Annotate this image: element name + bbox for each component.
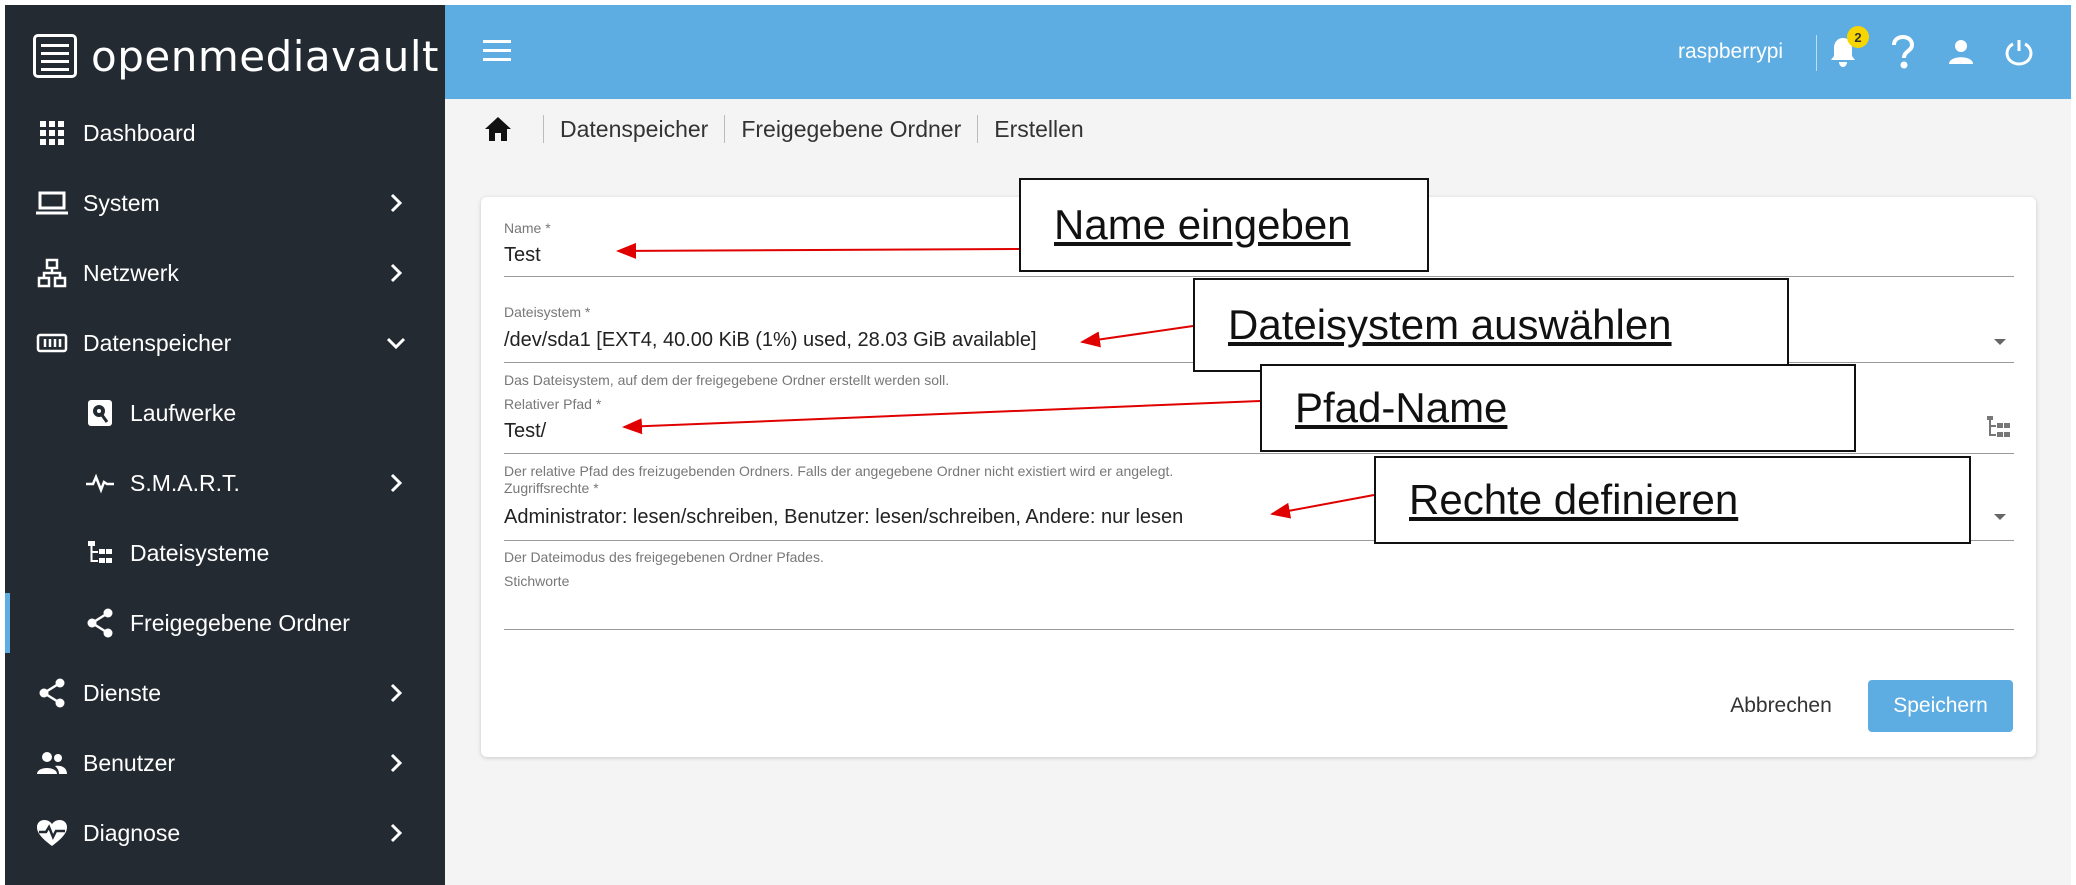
chevron-down-icon: [386, 337, 406, 350]
permissions-dropdown-arrow-icon[interactable]: [1994, 514, 2006, 520]
save-button[interactable]: Speichern: [1868, 680, 2013, 732]
logo-icon: [33, 34, 77, 78]
network-icon: [35, 256, 69, 290]
filesystem-select[interactable]: /dev/sda1 [EXT4, 40.00 KiB (1%) used, 28…: [504, 329, 1037, 352]
path-hint: Der relative Pfad des freizugebenden Ord…: [504, 463, 1174, 479]
storage-icon: [35, 326, 69, 360]
path-underline: [504, 453, 2014, 454]
sidebar-item-freigegebene-ordner[interactable]: Freigegebene Ordner: [5, 593, 445, 653]
sidebar-item-dashboard[interactable]: Dashboard: [5, 103, 445, 163]
sidebar-item-label: Diagnose: [83, 819, 181, 846]
name-label: Name *: [504, 220, 551, 236]
sidebar-item-label: Dashboard: [83, 119, 196, 146]
name-underline: [504, 276, 2014, 277]
sidebar-item-label: System: [83, 189, 160, 216]
chevron-right-icon: [390, 683, 403, 703]
users-icon: [35, 746, 69, 780]
app-name: openmediavault: [91, 31, 439, 81]
share-icon: [35, 676, 69, 710]
notification-badge: 2: [1847, 26, 1869, 48]
filesystem-hint: Das Dateisystem, auf dem der freigegeben…: [504, 372, 950, 388]
heartbeat-icon: [35, 816, 69, 850]
hostname: raspberrypi: [1678, 40, 1784, 63]
pulse-icon: [83, 466, 117, 500]
sidebar-item-benutzer[interactable]: Benutzer: [5, 733, 445, 793]
sidebar-item-netzwerk[interactable]: Netzwerk: [5, 243, 445, 303]
annotation-callout-filesystem: Dateisystem auswählen: [1193, 278, 1789, 372]
chevron-right-icon: [390, 193, 403, 213]
laptop-icon: [35, 186, 69, 220]
tree-icon: [83, 536, 117, 570]
permissions-hint: Der Dateimodus des freigegebenen Ordner …: [504, 549, 824, 565]
annotation-callout-name: Name eingeben: [1019, 178, 1429, 272]
breadcrumb-separator: [977, 115, 979, 143]
sidebar-item-laufwerke[interactable]: Laufwerke: [5, 383, 445, 443]
sidebar-item-diagnose[interactable]: Diagnose: [5, 803, 445, 863]
breadcrumb-separator: [724, 115, 726, 143]
chevron-right-icon: [390, 263, 403, 283]
annotation-text: Rechte definieren: [1409, 476, 1739, 523]
name-input[interactable]: Test: [504, 244, 541, 267]
path-label: Relativer Pfad *: [504, 396, 602, 412]
power-icon[interactable]: [2002, 35, 2036, 69]
sidebar-item-label: Laufwerke: [130, 399, 237, 426]
path-input[interactable]: Test/: [504, 420, 546, 443]
sidebar-item-dateisysteme[interactable]: Dateisysteme: [5, 523, 445, 583]
breadcrumb-item-erstellen: Erstellen: [994, 115, 1084, 142]
topbar: raspberrypi 2: [445, 5, 2071, 99]
tags-label: Stichworte: [504, 573, 570, 589]
sidebar-item-label: Freigegebene Ordner: [130, 609, 350, 636]
home-icon[interactable]: [483, 114, 513, 144]
grid-icon: [35, 116, 69, 150]
permissions-label: Zugriffsrechte *: [504, 480, 599, 496]
breadcrumb: Datenspeicher Freigegebene Ordner Erstel…: [483, 112, 1084, 146]
share-icon: [83, 606, 117, 640]
logo: openmediavault: [33, 29, 439, 83]
user-icon[interactable]: [1944, 35, 1978, 69]
sidebar: openmediavault Dashboard System Netzwerk…: [5, 5, 445, 885]
breadcrumb-separator: [543, 115, 544, 143]
annotation-text: Pfad-Name: [1295, 384, 1508, 431]
sidebar-item-smart[interactable]: S.M.A.R.T.: [5, 453, 445, 513]
sidebar-item-label: S.M.A.R.T.: [130, 469, 240, 496]
hamburger-menu-icon[interactable]: [483, 38, 513, 64]
sidebar-item-dienste[interactable]: Dienste: [5, 663, 445, 723]
folder-tree-picker-icon[interactable]: [1986, 414, 2012, 440]
permissions-select[interactable]: Administrator: lesen/schreiben, Benutzer…: [504, 506, 1183, 529]
chevron-right-icon: [390, 753, 403, 773]
sidebar-item-label: Dienste: [83, 679, 161, 706]
disk-icon: [83, 396, 117, 430]
annotation-callout-permissions: Rechte definieren: [1374, 456, 1971, 544]
filesystem-label: Dateisystem *: [504, 304, 591, 320]
annotation-text: Dateisystem auswählen: [1228, 301, 1672, 348]
sidebar-item-label: Dateisysteme: [130, 539, 270, 566]
sidebar-item-label: Netzwerk: [83, 259, 179, 286]
annotation-callout-path: Pfad-Name: [1260, 364, 1856, 452]
sidebar-item-label: Benutzer: [83, 749, 176, 776]
tags-underline: [504, 629, 2014, 630]
help-icon[interactable]: [1886, 35, 1920, 69]
chevron-right-icon: [390, 823, 403, 843]
annotation-text: Name eingeben: [1054, 201, 1351, 248]
sidebar-item-label: Datenspeicher: [83, 329, 232, 356]
sidebar-item-system[interactable]: System: [5, 173, 445, 233]
breadcrumb-item-datenspeicher[interactable]: Datenspeicher: [560, 116, 708, 143]
sidebar-item-datenspeicher[interactable]: Datenspeicher: [5, 313, 445, 373]
topbar-divider: [1816, 35, 1817, 71]
chevron-right-icon: [390, 473, 403, 493]
filesystem-dropdown-arrow-icon[interactable]: [1994, 339, 2006, 345]
breadcrumb-item-freigegebene-ordner[interactable]: Freigegebene Ordner: [741, 116, 961, 143]
cancel-button[interactable]: Abbrechen: [1711, 682, 1851, 730]
